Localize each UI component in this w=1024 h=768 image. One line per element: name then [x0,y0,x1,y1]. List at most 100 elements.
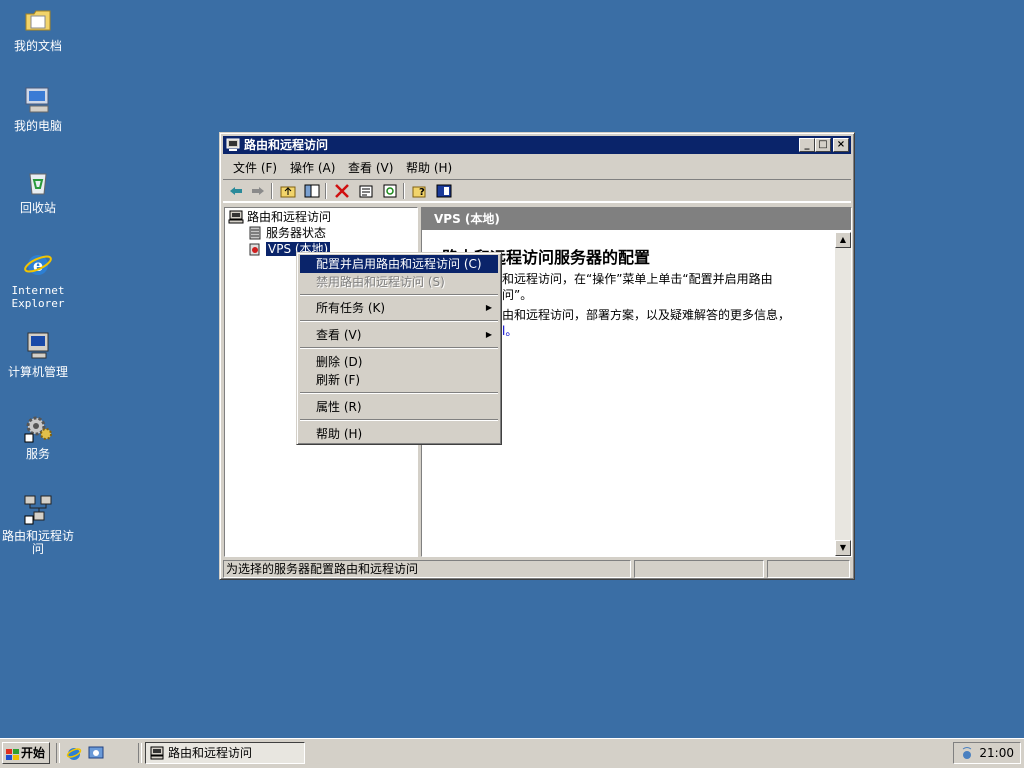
routing-app-icon [150,746,164,766]
menu-view[interactable]: 查看 (V) [348,159,393,176]
menu-item-refresh[interactable]: 刷新 (F) [300,371,498,389]
internet-explorer-icon: e [22,248,54,280]
recycle-bin-icon [22,166,54,198]
server-stopped-icon [247,242,263,256]
menu-separator [300,392,498,394]
config-text-line1: 和远程访问，在“操作”菜单上单击“配置并启用路由 [502,272,773,286]
taskbar-button-routing[interactable]: 路由和远程访问 [145,742,305,764]
menu-item-view[interactable]: 查看 (V) ▶ [300,326,498,344]
menu-action[interactable]: 操作 (A) [290,159,335,176]
folder-icon [22,4,54,36]
network-tray-icon[interactable] [960,746,974,763]
scroll-down-icon: ▼ [839,543,847,552]
toolbar: ? [223,179,851,203]
up-folder-icon[interactable] [279,183,297,199]
submenu-arrow-icon: ▶ [485,303,492,312]
close-icon: × [836,139,846,150]
menu-item-view-label: 查看 (V) [316,328,362,342]
desktop-icon-my-computer[interactable]: 我的电脑 [0,84,76,133]
config-text-line2: 由和远程访问，部署方案，以及疑难解答的更多信息， [502,308,791,322]
help-icon[interactable]: ? [411,183,429,199]
computer-icon [22,84,54,116]
close-button[interactable]: × [833,138,849,152]
desktop-icon-label: 计算机管理 [7,365,68,379]
routing-app-icon [226,138,240,152]
desktop-icon-label: 服务 [25,447,50,461]
menu-separator [300,419,498,421]
title-bar[interactable]: 路由和远程访问 _ □ × [223,136,851,154]
maximize-button[interactable]: □ [815,138,831,152]
status-cell-3 [767,560,850,578]
menu-item-properties[interactable]: 属性 (R) [300,398,498,416]
tree-server-status[interactable]: 服务器状态 [247,226,326,240]
menu-bar: 文件 (F) 操作 (A) 查看 (V) 帮助 (H) [223,156,851,176]
clock[interactable]: 21:00 [979,743,1014,763]
properties-icon[interactable] [357,183,375,199]
gear-icon [22,412,54,444]
scroll-down-button[interactable]: ▼ [835,540,851,556]
menu-separator [300,320,498,322]
console-icon[interactable] [435,183,453,199]
toolbar-separator [271,183,273,199]
menu-item-delete[interactable]: 删除 (D) [300,353,498,371]
status-bar: 为选择的服务器配置路由和远程访问 [223,560,851,578]
help-link[interactable]: l。 [502,322,517,339]
scroll-up-icon: ▲ [839,235,847,244]
menu-item-all-tasks[interactable]: 所有任务 (K) ▶ [300,299,498,317]
taskbar: 开始 路由和远程访问 21:00 [0,738,1024,768]
desktop-icon-recycle-bin[interactable]: 回收站 [0,166,76,215]
refresh-icon[interactable] [381,183,399,199]
desktop-icon-label: Internet Explorer [11,284,65,310]
quicklaunch-separator [56,743,60,763]
start-button[interactable]: 开始 [2,742,50,764]
tree-root-label: 路由和远程访问 [247,210,332,224]
submenu-arrow-icon: ▶ [485,330,492,339]
menu-item-help[interactable]: 帮助 (H) [300,425,498,443]
desktop-icon-services[interactable]: 服务 [0,412,76,461]
menu-separator [300,347,498,349]
system-tray: 21:00 [953,742,1021,764]
minimize-icon: _ [804,139,810,150]
svg-text:?: ? [419,187,425,198]
context-menu: 配置并启用路由和远程访问 (C) 禁用路由和远程访问 (S) 所有任务 (K) ▶… [296,252,502,445]
routing-icon [228,210,244,224]
desktop-icon-routing-remote-access[interactable]: 路由和远程访问 [0,494,76,556]
desktop-icon-internet-explorer[interactable]: e Internet Explorer [0,248,76,310]
toolbar-separator [325,183,327,199]
status-cell-2 [634,560,764,578]
status-text: 为选择的服务器配置路由和远程访问 [223,560,631,578]
tree-server-status-label: 服务器状态 [266,226,327,240]
menu-help[interactable]: 帮助 (H) [406,159,452,176]
menu-item-all-tasks-label: 所有任务 (K) [316,301,386,315]
back-arrow-icon[interactable] [227,183,245,199]
minimize-button[interactable]: _ [799,138,815,152]
desktop-icon-my-documents[interactable]: 我的文档 [0,4,76,53]
menu-item-configure[interactable]: 配置并启用路由和远程访问 (C) [300,255,498,273]
desktop-icon-label: 我的电脑 [13,119,62,133]
taskbar-button-label: 路由和远程访问 [168,746,253,760]
desktop-icon-computer-management[interactable]: 计算机管理 [0,330,76,379]
menu-item-disable: 禁用路由和远程访问 (S) [316,275,445,289]
menu-separator [300,294,498,296]
delete-icon[interactable] [333,183,351,199]
maximize-icon: □ [818,139,828,150]
toolbar-separator [403,183,405,199]
server-icon [247,226,263,240]
menu-file[interactable]: 文件 (F) [233,159,277,176]
windows-logo-icon [6,747,20,767]
tree-root[interactable]: 路由和远程访问 [228,210,331,224]
vertical-scrollbar[interactable]: ▲ ▼ [835,232,851,556]
forward-arrow-icon[interactable] [249,183,267,199]
window-title: 路由和远程访问 [244,138,329,152]
show-desktop-icon[interactable] [88,745,104,764]
desktop-icon-label: 我的文档 [13,39,62,53]
computer-management-icon [22,330,54,362]
ie-quicklaunch-icon[interactable] [66,745,82,764]
result-header: VPS (本地) [422,208,851,230]
desktop-icon-label: 路由和远程访问 [1,529,74,556]
taskbar-separator [138,743,142,763]
show-hide-tree-icon[interactable] [303,183,321,199]
desktop-icon-label: 回收站 [19,201,56,215]
scroll-up-button[interactable]: ▲ [835,232,851,248]
network-icon [22,494,54,526]
